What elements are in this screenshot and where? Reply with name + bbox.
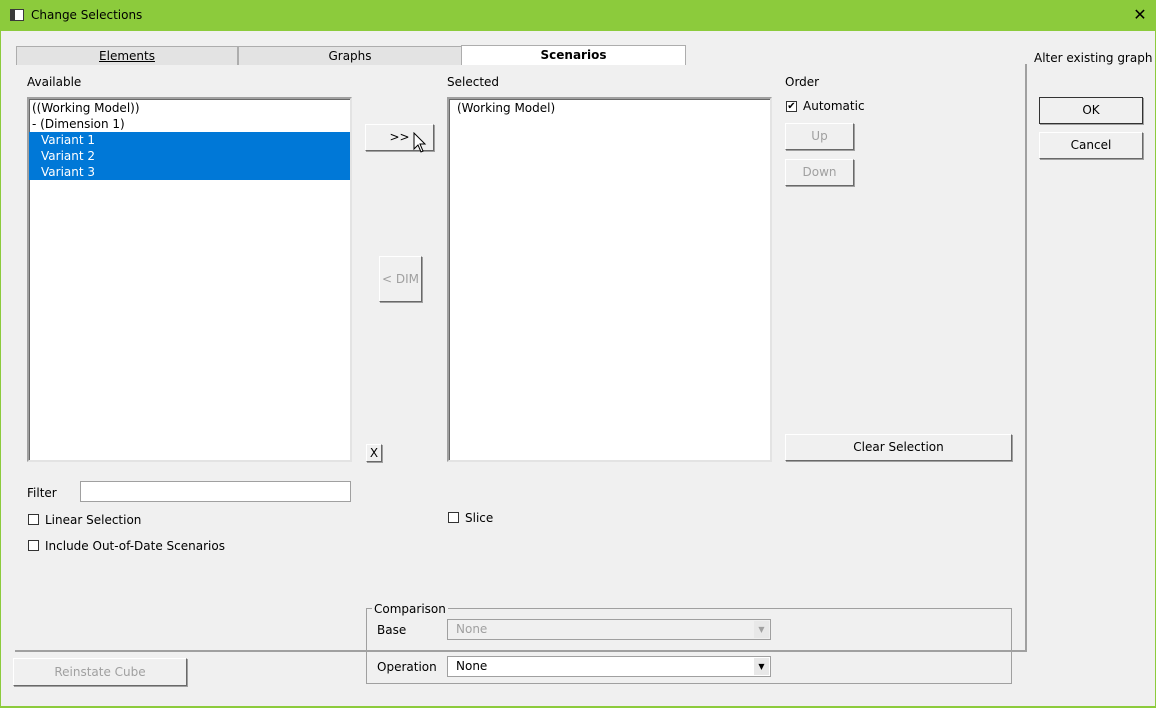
list-item[interactable]: Variant 2 bbox=[29, 148, 350, 164]
remove-x-button[interactable]: X bbox=[366, 444, 382, 462]
operation-select-value: None bbox=[456, 659, 488, 673]
list-item[interactable]: Variant 3 bbox=[29, 164, 350, 180]
down-button[interactable]: Down bbox=[785, 159, 854, 186]
comparison-legend: Comparison bbox=[372, 602, 448, 616]
operation-label: Operation bbox=[377, 660, 437, 674]
selected-listbox[interactable]: (Working Model) bbox=[447, 97, 772, 462]
up-button[interactable]: Up bbox=[785, 123, 854, 150]
base-label: Base bbox=[377, 623, 407, 637]
close-icon[interactable]: ✕ bbox=[1128, 4, 1152, 26]
base-select[interactable]: None ▼ bbox=[447, 619, 771, 640]
list-item[interactable]: Variant 1 bbox=[29, 132, 350, 148]
chevron-down-icon: ▼ bbox=[754, 621, 769, 638]
clear-selection-button[interactable]: Clear Selection bbox=[785, 434, 1012, 461]
available-label: Available bbox=[27, 75, 82, 89]
filter-label: Filter bbox=[27, 486, 57, 500]
tab-graphs[interactable]: Graphs bbox=[238, 46, 462, 65]
window-border-left bbox=[0, 31, 1, 708]
ok-button[interactable]: OK bbox=[1039, 97, 1143, 124]
tab-scenarios[interactable]: Scenarios bbox=[461, 45, 686, 65]
filter-input[interactable] bbox=[80, 481, 351, 502]
linear-selection-label: Linear Selection bbox=[45, 513, 142, 527]
title-bar bbox=[0, 0, 1156, 31]
available-listbox[interactable]: ((Working Model)) - (Dimension 1) Varian… bbox=[27, 97, 352, 462]
list-item[interactable]: - (Dimension 1) bbox=[29, 116, 350, 132]
chevron-down-icon: ▼ bbox=[754, 658, 769, 675]
window-title: Change Selections bbox=[31, 8, 143, 22]
automatic-label: Automatic bbox=[803, 99, 865, 113]
list-item[interactable]: (Working Model) bbox=[449, 100, 770, 116]
linear-selection-checkbox[interactable] bbox=[28, 514, 39, 525]
base-select-value: None bbox=[456, 622, 488, 636]
cancel-button[interactable]: Cancel bbox=[1039, 132, 1143, 159]
mouse-cursor-icon bbox=[413, 131, 427, 157]
slice-label: Slice bbox=[465, 511, 494, 525]
include-out-of-date-checkbox[interactable] bbox=[28, 540, 39, 551]
order-label: Order bbox=[785, 75, 820, 89]
list-item[interactable]: ((Working Model)) bbox=[29, 100, 350, 116]
automatic-checkbox[interactable]: ✔ bbox=[786, 101, 797, 112]
operation-select[interactable]: None ▼ bbox=[447, 656, 771, 677]
tab-elements[interactable]: Elements bbox=[16, 46, 238, 65]
reinstate-cube-button[interactable]: Reinstate Cube bbox=[13, 658, 187, 686]
dim-button[interactable]: < DIM bbox=[379, 256, 422, 302]
include-out-of-date-label: Include Out-of-Date Scenarios bbox=[45, 539, 225, 553]
selected-label: Selected bbox=[447, 75, 500, 89]
slice-checkbox[interactable] bbox=[448, 512, 459, 523]
window-icon bbox=[10, 9, 24, 21]
side-caption: Alter existing graph bbox=[1034, 51, 1153, 65]
